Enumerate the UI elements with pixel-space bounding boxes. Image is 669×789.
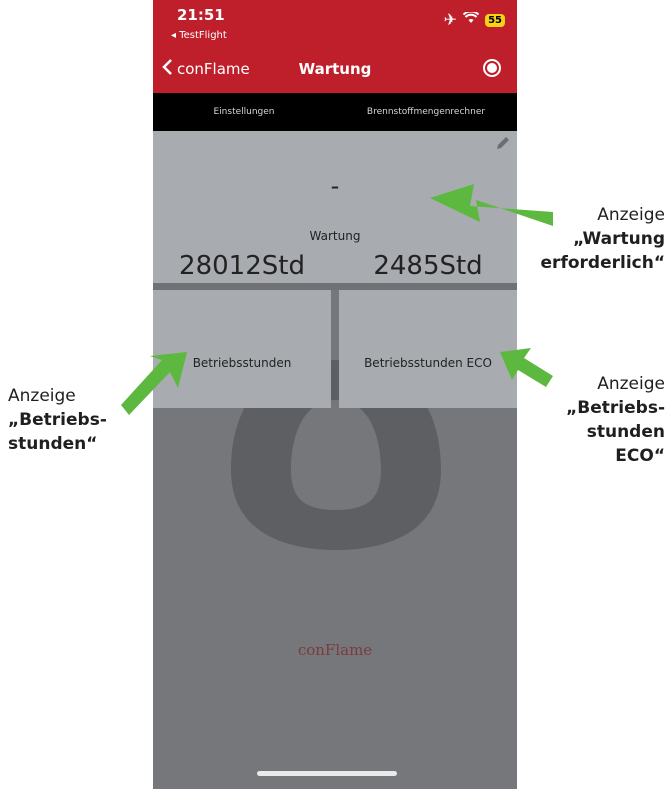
home-indicator[interactable] bbox=[257, 771, 397, 776]
annotation-eco: Anzeige „Betriebs- stunden ECO“ bbox=[566, 372, 665, 468]
annotation-wartung-line3: erforderlich“ bbox=[540, 253, 665, 273]
betriebsstunden-eco-card[interactable] bbox=[339, 290, 517, 408]
betriebsstunden-label: Betriebsstunden bbox=[192, 356, 292, 370]
pencil-icon[interactable] bbox=[495, 135, 511, 156]
annotation-eco-line4: ECO“ bbox=[615, 446, 665, 466]
phone-screen: 21:51 ◂ TestFlight ✈ 55 conFlame Wartung… bbox=[153, 0, 517, 789]
tab-einstellungen[interactable]: Einstellungen bbox=[153, 93, 335, 131]
betriebsstunden-value: 28012Std bbox=[179, 251, 305, 281]
wifi-icon bbox=[462, 10, 480, 29]
airplane-icon: ✈ bbox=[443, 12, 458, 29]
wartung-label: Wartung bbox=[309, 229, 361, 243]
brand-name: conFlame bbox=[297, 641, 373, 659]
page-title: Wartung bbox=[298, 60, 372, 78]
annotation-wartung-line2: „Wartung bbox=[573, 229, 665, 249]
annotation-betriebsstunden-line2: „Betriebs- bbox=[8, 410, 107, 430]
app-header: 21:51 ◂ TestFlight ✈ 55 conFlame Wartung bbox=[153, 0, 517, 93]
tab-bar: Einstellungen Brennstoffmengenrechner bbox=[153, 93, 517, 131]
annotation-betriebsstunden-line1: Anzeige bbox=[8, 386, 76, 406]
tab-brennstoffmengenrechner[interactable]: Brennstoffmengenrechner bbox=[335, 93, 517, 131]
status-icons: ✈ 55 bbox=[444, 10, 505, 30]
annotation-wartung-line1: Anzeige bbox=[597, 205, 665, 225]
battery-icon: 55 bbox=[485, 13, 505, 27]
testflight-back-link[interactable]: ◂ TestFlight bbox=[171, 30, 227, 41]
record-icon bbox=[487, 63, 497, 73]
annotation-betriebsstunden-line3: stunden“ bbox=[8, 434, 98, 454]
annotation-eco-line2: „Betriebs- bbox=[566, 398, 665, 418]
wartung-value: - bbox=[330, 172, 340, 200]
annotation-wartung: Anzeige „Wartung erforderlich“ bbox=[541, 203, 665, 275]
annotation-betriebsstunden: Anzeige „Betriebs- stunden“ bbox=[8, 384, 107, 456]
betriebsstunden-eco-value: 2485Std bbox=[373, 251, 483, 281]
divider bbox=[153, 283, 517, 290]
record-button[interactable] bbox=[483, 59, 501, 77]
annotation-eco-line1: Anzeige bbox=[597, 374, 665, 394]
betriebsstunden-card[interactable] bbox=[153, 290, 331, 408]
annotation-eco-line3: stunden bbox=[586, 422, 665, 442]
status-time: 21:51 bbox=[177, 6, 225, 24]
betriebsstunden-eco-label: Betriebsstunden ECO bbox=[364, 356, 492, 370]
